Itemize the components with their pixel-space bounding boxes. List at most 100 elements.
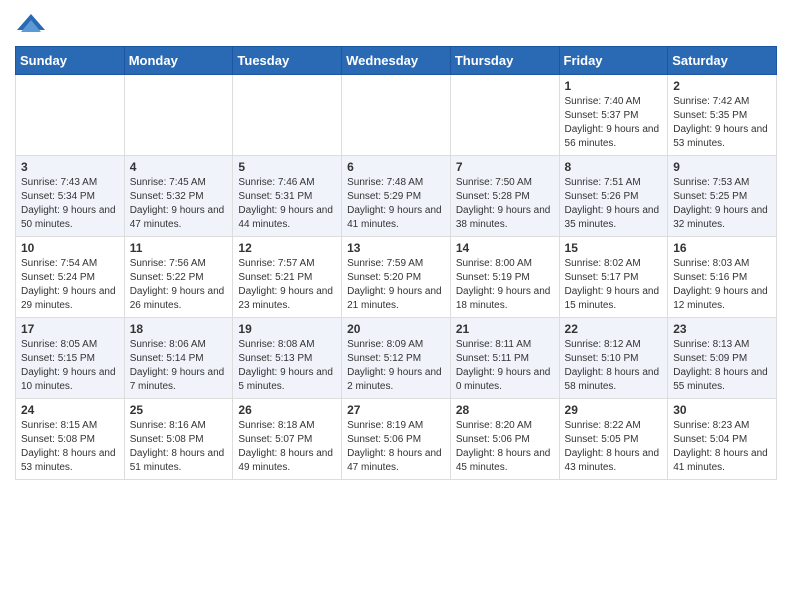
day-number: 4 (130, 160, 228, 174)
day-number: 22 (565, 322, 663, 336)
day-info: Sunrise: 8:20 AM Sunset: 5:06 PM Dayligh… (456, 419, 554, 475)
day-number: 11 (130, 241, 228, 255)
weekday-header-friday: Friday (559, 47, 668, 75)
calendar-cell: 6Sunrise: 7:48 AM Sunset: 5:29 PM Daylig… (342, 156, 451, 237)
weekday-header-tuesday: Tuesday (233, 47, 342, 75)
day-number: 18 (130, 322, 228, 336)
week-row-3: 17 Sunrise: 8:05 AM Sunset: 5:15 PM Dayli… (16, 318, 777, 399)
calendar-cell: 9 Sunrise: 7:53 AM Sunset: 5:25 PM Daylig… (668, 156, 777, 237)
calendar-cell: 24 Sunrise: 8:15 AM Sunset: 5:08 PM Dayli… (16, 399, 125, 480)
calendar-cell: 7Sunrise: 7:50 AM Sunset: 5:28 PM Daylig… (450, 156, 559, 237)
day-info: Sunrise: 8:02 AM Sunset: 5:17 PM Dayligh… (565, 257, 663, 313)
day-info: Sunrise: 8:09 AM Sunset: 5:12 PM Dayligh… (347, 338, 445, 394)
day-number: 28 (456, 403, 554, 417)
day-number: 21 (456, 322, 554, 336)
day-info: Sunrise: 7:56 AM Sunset: 5:22 PM Dayligh… (130, 257, 228, 313)
calendar-cell: 14 Sunrise: 8:00 AM Sunset: 5:19 PM Dayli… (450, 237, 559, 318)
page: SundayMondayTuesdayWednesdayThursdayFrid… (0, 0, 792, 495)
day-number: 27 (347, 403, 445, 417)
calendar-cell: 22 Sunrise: 8:12 AM Sunset: 5:10 PM Dayli… (559, 318, 668, 399)
calendar-cell (450, 75, 559, 156)
calendar-cell: 5Sunrise: 7:46 AM Sunset: 5:31 PM Daylig… (233, 156, 342, 237)
day-number: 17 (21, 322, 119, 336)
week-row-0: 1Sunrise: 7:40 AM Sunset: 5:37 PM Daylig… (16, 75, 777, 156)
week-row-4: 24 Sunrise: 8:15 AM Sunset: 5:08 PM Dayli… (16, 399, 777, 480)
day-info: Sunrise: 8:06 AM Sunset: 5:14 PM Dayligh… (130, 338, 228, 394)
day-number: 20 (347, 322, 445, 336)
day-number: 23 (673, 322, 771, 336)
calendar-cell (16, 75, 125, 156)
day-number: 24 (21, 403, 119, 417)
day-info: Sunrise: 7:46 AM Sunset: 5:31 PM Dayligh… (238, 176, 336, 232)
day-info: Sunrise: 8:03 AM Sunset: 5:16 PM Dayligh… (673, 257, 771, 313)
day-info: Sunrise: 7:51 AM Sunset: 5:26 PM Dayligh… (565, 176, 663, 232)
day-number: 3 (21, 160, 119, 174)
day-number: 15 (565, 241, 663, 255)
calendar-cell: 2 Sunrise: 7:42 AM Sunset: 5:35 PM Daylig… (668, 75, 777, 156)
weekday-header-sunday: Sunday (16, 47, 125, 75)
calendar-cell (124, 75, 233, 156)
weekday-header-row: SundayMondayTuesdayWednesdayThursdayFrid… (16, 47, 777, 75)
calendar-cell: 25 Sunrise: 8:16 AM Sunset: 5:08 PM Dayli… (124, 399, 233, 480)
calendar-table: SundayMondayTuesdayWednesdayThursdayFrid… (15, 46, 777, 480)
day-info: Sunrise: 8:15 AM Sunset: 5:08 PM Dayligh… (21, 419, 119, 475)
day-number: 8 (565, 160, 663, 174)
day-info: Sunrise: 7:53 AM Sunset: 5:25 PM Dayligh… (673, 176, 771, 232)
day-info: Sunrise: 8:08 AM Sunset: 5:13 PM Dayligh… (238, 338, 336, 394)
weekday-header-monday: Monday (124, 47, 233, 75)
calendar-cell: 3 Sunrise: 7:43 AM Sunset: 5:34 PM Daylig… (16, 156, 125, 237)
day-info: Sunrise: 8:23 AM Sunset: 5:04 PM Dayligh… (673, 419, 771, 475)
calendar-cell (233, 75, 342, 156)
calendar-cell: 20 Sunrise: 8:09 AM Sunset: 5:12 PM Dayli… (342, 318, 451, 399)
day-number: 19 (238, 322, 336, 336)
day-number: 2 (673, 79, 771, 93)
weekday-header-thursday: Thursday (450, 47, 559, 75)
day-number: 9 (673, 160, 771, 174)
week-row-2: 10 Sunrise: 7:54 AM Sunset: 5:24 PM Dayli… (16, 237, 777, 318)
calendar-cell: 21 Sunrise: 8:11 AM Sunset: 5:11 PM Dayli… (450, 318, 559, 399)
day-info: Sunrise: 7:42 AM Sunset: 5:35 PM Dayligh… (673, 95, 771, 151)
day-number: 7 (456, 160, 554, 174)
day-number: 26 (238, 403, 336, 417)
day-info: Sunrise: 8:05 AM Sunset: 5:15 PM Dayligh… (21, 338, 119, 394)
day-number: 10 (21, 241, 119, 255)
weekday-header-saturday: Saturday (668, 47, 777, 75)
day-number: 30 (673, 403, 771, 417)
calendar-cell: 10 Sunrise: 7:54 AM Sunset: 5:24 PM Dayli… (16, 237, 125, 318)
calendar-cell: 17 Sunrise: 8:05 AM Sunset: 5:15 PM Dayli… (16, 318, 125, 399)
calendar-cell: 4 Sunrise: 7:45 AM Sunset: 5:32 PM Daylig… (124, 156, 233, 237)
day-number: 14 (456, 241, 554, 255)
calendar-cell: 29Sunrise: 8:22 AM Sunset: 5:05 PM Dayli… (559, 399, 668, 480)
calendar-cell: 19 Sunrise: 8:08 AM Sunset: 5:13 PM Dayli… (233, 318, 342, 399)
day-info: Sunrise: 8:00 AM Sunset: 5:19 PM Dayligh… (456, 257, 554, 313)
calendar-cell (342, 75, 451, 156)
day-info: Sunrise: 8:12 AM Sunset: 5:10 PM Dayligh… (565, 338, 663, 394)
day-info: Sunrise: 7:43 AM Sunset: 5:34 PM Dayligh… (21, 176, 119, 232)
day-info: Sunrise: 7:57 AM Sunset: 5:21 PM Dayligh… (238, 257, 336, 313)
calendar-cell: 13Sunrise: 7:59 AM Sunset: 5:20 PM Dayli… (342, 237, 451, 318)
day-info: Sunrise: 8:11 AM Sunset: 5:11 PM Dayligh… (456, 338, 554, 394)
day-number: 12 (238, 241, 336, 255)
calendar-cell: 1Sunrise: 7:40 AM Sunset: 5:37 PM Daylig… (559, 75, 668, 156)
calendar-cell: 28 Sunrise: 8:20 AM Sunset: 5:06 PM Dayli… (450, 399, 559, 480)
calendar-cell: 11 Sunrise: 7:56 AM Sunset: 5:22 PM Dayli… (124, 237, 233, 318)
day-number: 29 (565, 403, 663, 417)
day-info: Sunrise: 7:45 AM Sunset: 5:32 PM Dayligh… (130, 176, 228, 232)
day-info: Sunrise: 8:16 AM Sunset: 5:08 PM Dayligh… (130, 419, 228, 475)
day-info: Sunrise: 8:19 AM Sunset: 5:06 PM Dayligh… (347, 419, 445, 475)
day-number: 1 (565, 79, 663, 93)
day-number: 25 (130, 403, 228, 417)
day-info: Sunrise: 7:54 AM Sunset: 5:24 PM Dayligh… (21, 257, 119, 313)
day-info: Sunrise: 8:13 AM Sunset: 5:09 PM Dayligh… (673, 338, 771, 394)
calendar-cell: 12 Sunrise: 7:57 AM Sunset: 5:21 PM Dayli… (233, 237, 342, 318)
calendar-cell: 16Sunrise: 8:03 AM Sunset: 5:16 PM Dayli… (668, 237, 777, 318)
weekday-header-wednesday: Wednesday (342, 47, 451, 75)
day-info: Sunrise: 7:48 AM Sunset: 5:29 PM Dayligh… (347, 176, 445, 232)
week-row-1: 3 Sunrise: 7:43 AM Sunset: 5:34 PM Daylig… (16, 156, 777, 237)
logo (15, 10, 45, 38)
calendar-cell: 23 Sunrise: 8:13 AM Sunset: 5:09 PM Dayli… (668, 318, 777, 399)
day-info: Sunrise: 7:59 AM Sunset: 5:20 PM Dayligh… (347, 257, 445, 313)
calendar-cell: 26Sunrise: 8:18 AM Sunset: 5:07 PM Dayli… (233, 399, 342, 480)
calendar-cell: 15 Sunrise: 8:02 AM Sunset: 5:17 PM Dayli… (559, 237, 668, 318)
calendar-cell: 27 Sunrise: 8:19 AM Sunset: 5:06 PM Dayli… (342, 399, 451, 480)
